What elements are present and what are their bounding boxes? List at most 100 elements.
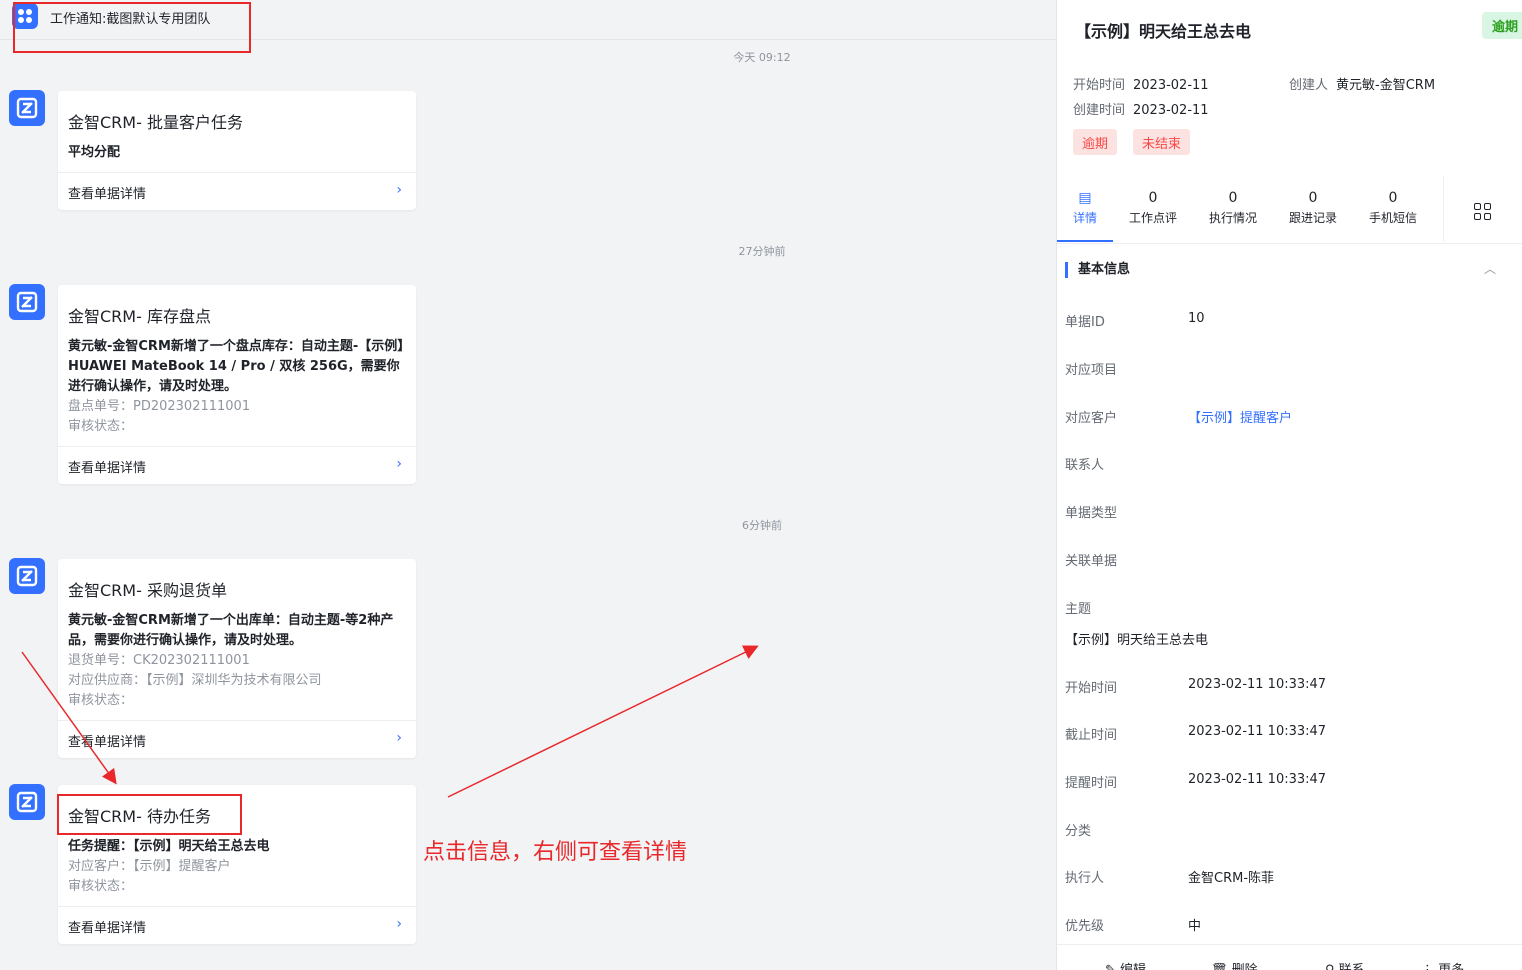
field-label: 执行人	[1065, 871, 1105, 886]
view-details-link[interactable]: 查看单据详情 ›	[58, 172, 416, 210]
action-footer: ✎ 编辑 🗑 删除 ♀ 联系 ⋮ 更多	[1057, 944, 1522, 970]
tab-label: 详情	[1072, 211, 1097, 225]
detail-panel: 【示例】明天给王总去电 逾期 开始时间 2023-02-11 创建人 黄元敏-金智C…	[1056, 0, 1522, 970]
field-label: 截止时间	[1065, 728, 1118, 743]
tab-sms[interactable]: 0 手机短信	[1358, 190, 1428, 226]
message-card[interactable]: 金智CRM- 待办任务 任务提醒：【示例】明天给王总去电 对应客户：【示例】提醒…	[58, 785, 416, 944]
message-line: 盘点单号：PD202302111001	[68, 399, 251, 414]
edit-button[interactable]: ✎ 编辑	[1105, 959, 1146, 970]
time-separator: 6分钟前	[742, 519, 782, 532]
view-details-label: 查看单据详情	[68, 461, 147, 476]
chevron-right-icon: ›	[396, 916, 402, 932]
crm-bot-avatar[interactable]	[9, 784, 45, 820]
active-tab-indicator	[1057, 240, 1113, 242]
message-line: 审核状态：	[68, 879, 134, 894]
tab-follow-up[interactable]: 0 跟进记录	[1278, 190, 1348, 226]
chevron-up-icon[interactable]: ︿	[1484, 260, 1496, 277]
message-card[interactable]: 金智CRM- 库存盘点 黄元敏-金智CRM新增了一个盘点库存：自动主题-【示例】…	[58, 285, 416, 484]
created-date-label: 创建时间	[1073, 103, 1126, 118]
view-details-link[interactable]: 查看单据详情 ›	[58, 906, 416, 944]
field-label: 单据ID	[1065, 315, 1105, 330]
tab-count: 0	[1228, 190, 1238, 206]
tab-execution[interactable]: 0 执行情况	[1198, 190, 1268, 226]
start-date-label: 开始时间	[1073, 78, 1126, 93]
workspace-app-icon	[12, 3, 38, 29]
message-title: 金智CRM- 库存盘点	[68, 307, 211, 326]
tab-label: 手机短信	[1368, 211, 1417, 225]
delete-label: 删除	[1232, 963, 1258, 970]
message-title: 金智CRM- 待办任务	[68, 807, 211, 826]
delete-button[interactable]: 🗑 删除	[1211, 959, 1258, 970]
field-label: 关联单据	[1065, 554, 1118, 569]
chat-title: 工作通知:截图默认专用团队	[50, 12, 211, 27]
start-date-value: 2023-02-11	[1133, 78, 1209, 93]
message-line: 审核状态：	[68, 419, 134, 434]
start-date-meta: 开始时间 2023-02-11	[1073, 74, 1209, 93]
created-date-value: 2023-02-11	[1133, 103, 1209, 118]
tab-count: 0	[1388, 190, 1398, 206]
field-label: 提醒时间	[1065, 776, 1118, 791]
message-line: 平均分配	[68, 145, 121, 160]
message-line: 任务提醒：【示例】明天给王总去电	[68, 839, 270, 854]
created-date-meta: 创建时间 2023-02-11	[1073, 99, 1209, 118]
message-card[interactable]: 金智CRM- 采购退货单 黄元敏-金智CRM新增了一个出库单：自动主题-等2种产…	[58, 559, 416, 758]
message-title: 金智CRM- 批量客户任务	[68, 113, 243, 132]
more-vertical-icon: ⋮	[1421, 963, 1438, 970]
field-value: 2023-02-11 10:33:47	[1188, 772, 1327, 787]
tab-label: 跟进记录	[1288, 211, 1337, 225]
message-line: 对应客户：【示例】提醒客户	[68, 859, 231, 874]
view-details-label: 查看单据详情	[68, 735, 147, 750]
field-value: 中	[1188, 919, 1202, 934]
unfinished-tag: 未结束	[1133, 129, 1191, 155]
tab-details-icon: ▤	[1078, 190, 1092, 206]
time-separator: 今天 09:12	[733, 51, 791, 64]
more-label: 更多	[1438, 963, 1464, 970]
field-value: 2023-02-11 10:33:47	[1188, 677, 1327, 692]
annotation-text: 点击信息，右侧可查看详情	[423, 840, 688, 865]
crm-bot-avatar[interactable]	[9, 90, 45, 126]
chat-header: 工作通知:截图默认专用团队	[0, 0, 1056, 40]
field-label: 单据类型	[1065, 506, 1118, 521]
field-label: 对应客户	[1065, 411, 1118, 426]
chevron-right-icon: ›	[396, 730, 402, 746]
edit-label: 编辑	[1120, 963, 1146, 970]
tab-label: 执行情况	[1208, 211, 1257, 225]
message-title: 金智CRM- 采购退货单	[68, 581, 227, 600]
message-card[interactable]: 金智CRM- 批量客户任务 平均分配 查看单据详情 ›	[58, 91, 416, 210]
section-title-basic-info: 基本信息	[1065, 262, 1130, 278]
field-label: 分类	[1065, 824, 1092, 839]
more-tabs-grid-icon[interactable]	[1443, 176, 1522, 242]
chevron-right-icon: ›	[396, 182, 402, 198]
customer-link[interactable]: 【示例】提醒客户	[1188, 407, 1292, 426]
tab-divider	[1057, 243, 1522, 244]
creator-meta: 创建人 黄元敏-金智CRM	[1289, 74, 1435, 93]
view-details-link[interactable]: 查看单据详情 ›	[58, 720, 416, 758]
field-label: 开始时间	[1065, 681, 1118, 696]
field-value: 2023-02-11 10:33:47	[1188, 724, 1327, 739]
view-details-label: 查看单据详情	[68, 187, 147, 202]
message-line: 黄元敏-金智CRM新增了一个出库单：自动主题-等2种产品，需要你进行确认操作，请…	[68, 613, 394, 648]
tab-work-review[interactable]: 0 工作点评	[1118, 190, 1188, 226]
field-value: 【示例】明天给王总去电	[1065, 633, 1209, 648]
field-label: 优先级	[1065, 919, 1105, 934]
crm-bot-avatar[interactable]	[9, 284, 45, 320]
contact-label: 联系	[1339, 963, 1365, 970]
chevron-right-icon: ›	[396, 456, 402, 472]
contact-button[interactable]: ♀ 联系	[1325, 959, 1365, 970]
field-label: 联系人	[1065, 458, 1105, 473]
person-icon: ♀	[1325, 963, 1339, 970]
tab-count: 0	[1308, 190, 1318, 206]
field-label: 对应项目	[1065, 363, 1118, 378]
tab-details[interactable]: ▤ 详情	[1050, 190, 1120, 226]
field-label: 主题	[1065, 602, 1092, 617]
view-details-link[interactable]: 查看单据详情 ›	[58, 446, 416, 484]
crm-bot-avatar[interactable]	[9, 558, 45, 594]
field-value: 金智CRM-陈菲	[1188, 871, 1275, 886]
pencil-icon: ✎	[1105, 963, 1120, 970]
overdue-status-badge: 逾期	[1481, 12, 1522, 39]
message-line: 审核状态：	[68, 693, 134, 708]
message-line: 黄元敏-金智CRM新增了一个盘点库存：自动主题-【示例】HUAWEI MateB…	[68, 339, 404, 394]
field-value: 10	[1188, 311, 1205, 326]
tab-label: 工作点评	[1128, 211, 1177, 225]
more-button[interactable]: ⋮ 更多	[1421, 959, 1464, 970]
